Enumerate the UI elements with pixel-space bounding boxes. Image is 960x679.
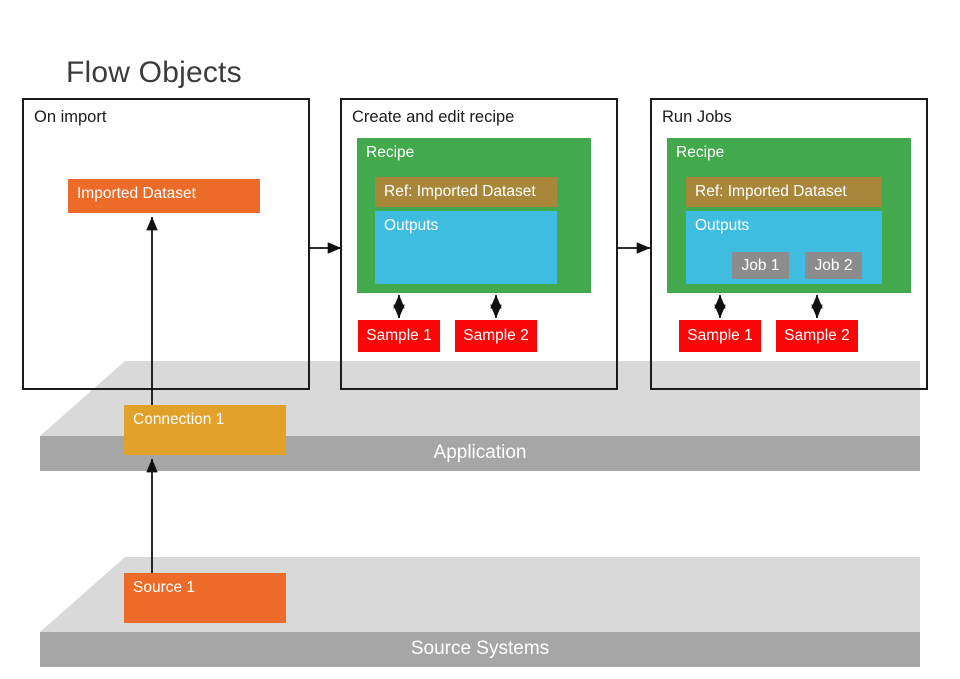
job-box-1: Job 1 [732,252,789,279]
outputs-label-stage3: Outputs [695,217,749,235]
diagram-canvas: Flow Objects Application Source Systems … [0,0,960,679]
outputs-box-stage2: Outputs [375,211,557,284]
job-box-2: Job 2 [805,252,862,279]
sample-label-stage3-2: Sample 2 [776,327,858,345]
panel-create-edit-recipe-label: Create and edit recipe [352,108,514,127]
imported-dataset-box: Imported Dataset [68,179,260,213]
source-box: Source 1 [124,573,286,623]
page-title: Flow Objects [66,56,242,90]
sample-box-stage2-2: Sample 2 [455,320,537,352]
ref-imported-dataset-box-stage3: Ref: Imported Dataset [686,177,882,207]
outputs-label-stage2: Outputs [384,217,438,235]
sample-box-stage3-2: Sample 2 [776,320,858,352]
ref-imported-dataset-box-stage2: Ref: Imported Dataset [375,177,557,207]
job-label-1: Job 1 [732,257,789,275]
panel-run-jobs-label: Run Jobs [662,108,732,127]
ref-imported-dataset-label-stage3: Ref: Imported Dataset [695,183,847,201]
sample-label-stage2-1: Sample 1 [358,327,440,345]
panel-on-import-label: On import [34,108,106,127]
connection-label: Connection 1 [133,411,224,429]
recipe-label-stage3: Recipe [676,144,724,162]
imported-dataset-label: Imported Dataset [77,185,196,203]
recipe-label-stage2: Recipe [366,144,414,162]
sample-label-stage2-2: Sample 2 [455,327,537,345]
source-label: Source 1 [133,579,195,597]
connection-box: Connection 1 [124,405,286,455]
panel-on-import: On import [22,98,310,390]
sample-box-stage2-1: Sample 1 [358,320,440,352]
sample-box-stage3-1: Sample 1 [679,320,761,352]
sample-label-stage3-1: Sample 1 [679,327,761,345]
job-label-2: Job 2 [805,257,862,275]
source-systems-label: Source Systems [40,638,920,660]
ref-imported-dataset-label-stage2: Ref: Imported Dataset [384,183,536,201]
